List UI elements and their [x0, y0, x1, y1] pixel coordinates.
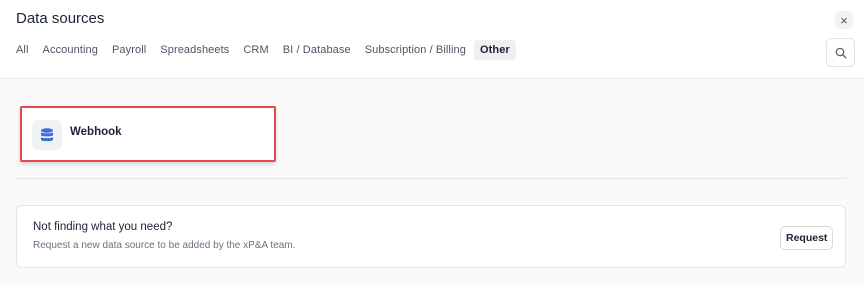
- search-icon: [835, 47, 846, 58]
- data-source-card-webhook[interactable]: Webhook: [20, 106, 276, 162]
- modal-header: Data sources × All Accounting Payroll Sp…: [0, 0, 864, 79]
- database-icon: [32, 120, 62, 150]
- tab-payroll[interactable]: Payroll: [106, 40, 152, 60]
- category-tabs: All Accounting Payroll Spreadsheets CRM …: [10, 40, 516, 60]
- request-button[interactable]: Request: [780, 226, 834, 250]
- tab-other[interactable]: Other: [473, 40, 516, 60]
- close-icon: ×: [840, 12, 848, 28]
- tab-spreadsheets[interactable]: Spreadsheets: [154, 40, 235, 60]
- request-panel: Not finding what you need? Request a new…: [16, 205, 846, 268]
- tab-all[interactable]: All: [10, 40, 35, 60]
- tab-subscription-billing[interactable]: Subscription / Billing: [359, 40, 472, 60]
- close-button[interactable]: ×: [835, 11, 853, 29]
- request-description: Request a new data source to be added by…: [33, 240, 296, 251]
- request-title: Not finding what you need?: [33, 221, 173, 233]
- modal-title: Data sources: [16, 10, 105, 27]
- section-divider: [16, 178, 846, 179]
- data-source-label: Webhook: [70, 126, 122, 138]
- tab-accounting[interactable]: Accounting: [37, 40, 104, 60]
- tab-crm[interactable]: CRM: [237, 40, 274, 60]
- tab-bi-database[interactable]: BI / Database: [277, 40, 357, 60]
- search-button[interactable]: [826, 38, 855, 67]
